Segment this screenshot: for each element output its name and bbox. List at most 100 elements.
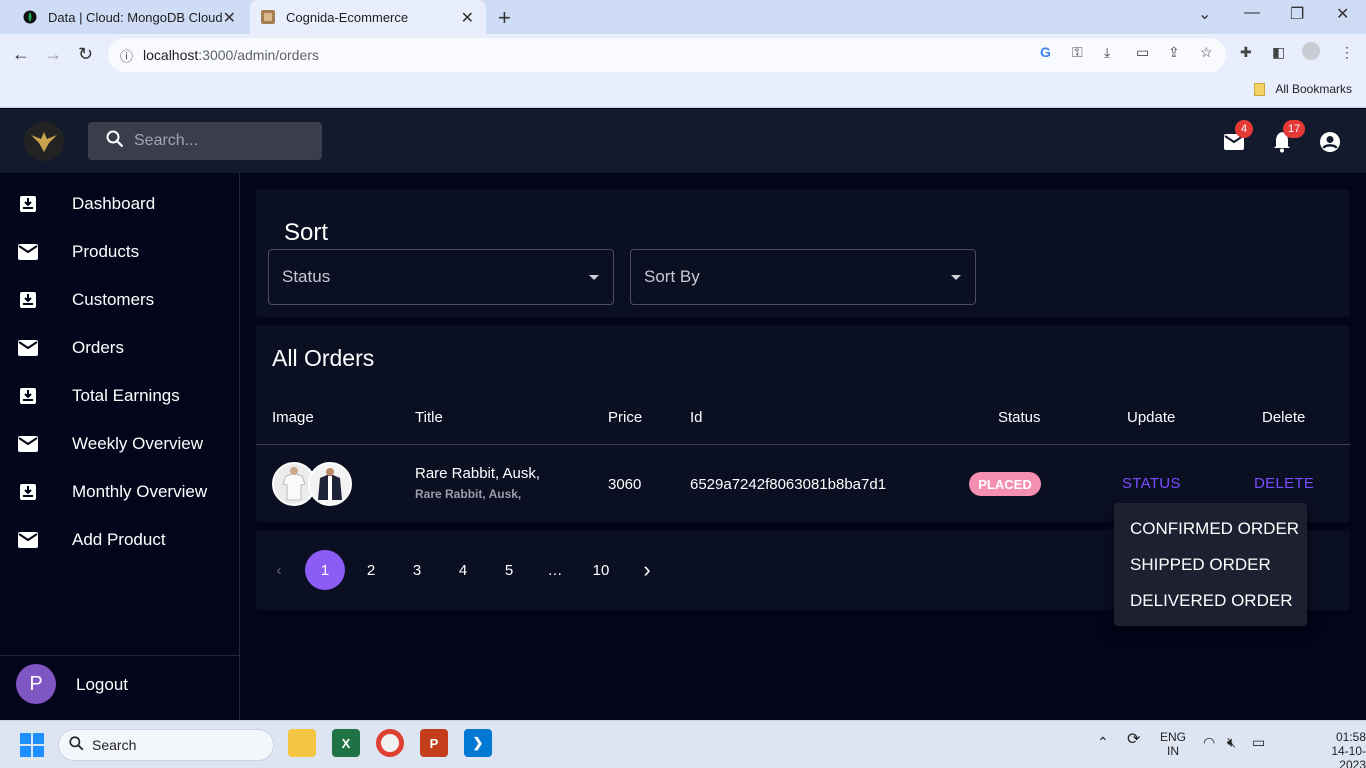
next-page-icon[interactable]: ›	[627, 550, 667, 590]
show-hidden-icons-chevron-icon[interactable]: ⌃	[1097, 735, 1109, 749]
sidebar-item-dashboard[interactable]: Dashboard	[0, 180, 239, 228]
close-tab-icon[interactable]: ✕	[223, 8, 236, 28]
column-header-price: Price	[608, 409, 643, 426]
logout-button[interactable]: P Logout	[0, 655, 239, 715]
mail-icon	[18, 530, 38, 550]
column-header-update: Update	[1127, 409, 1176, 426]
page-button-5[interactable]: 5	[489, 550, 529, 590]
sidebar: Dashboard Products Customers Orders Tota…	[0, 173, 240, 720]
delete-order-button[interactable]: DELETE	[1254, 475, 1314, 492]
sidebar-item-customers[interactable]: Customers	[0, 276, 239, 324]
reload-icon[interactable]: ↻	[78, 44, 93, 65]
sort-title: Sort	[284, 219, 329, 246]
sidebar-item-label: Dashboard	[72, 194, 156, 213]
mail-badge: 4	[1235, 120, 1253, 138]
header-divider	[256, 444, 1350, 445]
status-select[interactable]: Status	[268, 249, 614, 305]
taskbar-search[interactable]: Search	[58, 729, 274, 761]
taskbar-search-label: Search	[92, 737, 137, 753]
close-tab-icon[interactable]: ✕	[461, 8, 474, 28]
google-icon[interactable]: G	[1040, 44, 1051, 60]
search-input[interactable]	[134, 132, 304, 150]
sidebar-item-orders[interactable]: Orders	[0, 324, 239, 372]
language-indicator[interactable]: ENG IN	[1160, 730, 1186, 758]
file-explorer-icon[interactable]	[288, 729, 316, 757]
taskbar: Search X P ❯ ⌃ ⟳ ENG IN ◠ 🔇︎ ▭ 01:58 14-…	[0, 720, 1366, 768]
windows-start-icon[interactable]	[20, 733, 44, 762]
inbox-icon	[18, 386, 38, 406]
search-icon	[69, 736, 84, 754]
side-panel-icon[interactable]: ◧	[1272, 44, 1285, 61]
status-badge: PLACED	[969, 472, 1041, 496]
share-icon[interactable]: ⇪	[1168, 44, 1180, 61]
orders-title: All Orders	[272, 345, 375, 371]
menu-item-delivered[interactable]: DELIVERED ORDER	[1130, 591, 1292, 611]
back-icon[interactable]: ←	[12, 44, 30, 65]
sidebar-item-label: Products	[72, 242, 140, 261]
minimize-icon[interactable]: —	[1244, 4, 1260, 22]
sidebar-item-products[interactable]: Products	[0, 228, 239, 276]
restore-icon[interactable]: ❐	[1290, 4, 1304, 24]
window-close-icon[interactable]: ✕	[1336, 4, 1349, 24]
site-info-icon[interactable]: ⓘ	[120, 46, 133, 65]
order-price: 3060	[608, 476, 642, 493]
tab-cognida[interactable]: Cognida-Ecommerce ✕	[250, 0, 486, 34]
menu-item-shipped[interactable]: SHIPPED ORDER	[1130, 555, 1271, 575]
mail-button[interactable]: 4	[1222, 120, 1253, 154]
update-status-button[interactable]: STATUS	[1122, 475, 1181, 492]
column-header-image: Image	[272, 409, 314, 426]
new-tab-icon[interactable]: +	[498, 5, 511, 31]
vscode-icon[interactable]: ❯	[464, 729, 492, 757]
previous-page-icon[interactable]: ‹	[259, 550, 299, 590]
column-header-status: Status	[998, 409, 1041, 426]
order-id: 6529a7242f8063081b8ba7d1	[690, 476, 887, 493]
region-label: IN	[1167, 744, 1179, 758]
card-icon[interactable]: ▭	[1136, 44, 1149, 61]
sidebar-item-add-product[interactable]: Add Product	[0, 516, 239, 564]
all-bookmarks[interactable]: All Bookmarks	[1254, 82, 1352, 96]
install-icon[interactable]: ⤓	[1104, 44, 1110, 61]
extensions-icon[interactable]: ✚	[1240, 44, 1252, 61]
orders-panel: All Orders Image Title Price Id Status U…	[256, 325, 1350, 522]
sidebar-item-label: Orders	[72, 338, 124, 357]
sync-icon[interactable]: ⟳	[1127, 732, 1140, 748]
account-button[interactable]	[1318, 130, 1342, 154]
sidebar-item-label: Total Earnings	[72, 386, 180, 405]
battery-icon[interactable]: ▭	[1252, 735, 1265, 749]
bookmark-star-icon[interactable]: ☆	[1200, 44, 1213, 61]
profile-avatar[interactable]	[1302, 42, 1320, 60]
excel-icon[interactable]: X	[332, 729, 360, 757]
eagle-logo-icon[interactable]	[24, 121, 64, 161]
page-button-1[interactable]: 1	[305, 550, 345, 590]
menu-kebab-icon[interactable]: ⋮	[1340, 44, 1354, 61]
menu-item-confirmed[interactable]: CONFIRMED ORDER	[1130, 519, 1299, 539]
speaker-muted-icon[interactable]: 🔇︎	[1227, 735, 1236, 749]
order-title: Rare Rabbit, Ausk,	[415, 465, 541, 482]
tab-title: Data | Cloud: MongoDB Cloud	[48, 9, 223, 25]
sidebar-item-weekly-overview[interactable]: Weekly Overview	[0, 420, 239, 468]
powerpoint-icon[interactable]: P	[420, 729, 448, 757]
sidebar-item-total-earnings[interactable]: Total Earnings	[0, 372, 239, 420]
mongodb-leaf-icon	[22, 9, 38, 25]
forward-icon[interactable]: →	[44, 44, 62, 65]
address-bar[interactable]: ⓘ localhost:3000/admin/orders	[108, 38, 1226, 72]
page-button-4[interactable]: 4	[443, 550, 483, 590]
tab-search-chevron-icon[interactable]: ⌄	[1198, 4, 1211, 24]
clock[interactable]: 01:58 14-10-2023	[1308, 730, 1366, 768]
notifications-button[interactable]: 17	[1270, 120, 1306, 154]
tab-mongodb[interactable]: Data | Cloud: MongoDB Cloud ✕	[8, 0, 248, 34]
url-path: :3000/admin/orders	[198, 47, 319, 63]
product-thumbnail[interactable]	[308, 462, 352, 506]
logout-label: Logout	[76, 675, 128, 694]
sort-by-select[interactable]: Sort By	[630, 249, 976, 305]
page-button-2[interactable]: 2	[351, 550, 391, 590]
sidebar-item-monthly-overview[interactable]: Monthly Overview	[0, 468, 239, 516]
page-button-10[interactable]: 10	[581, 550, 621, 590]
mail-icon	[18, 338, 38, 358]
page-button-3[interactable]: 3	[397, 550, 437, 590]
key-icon[interactable]: ⚿	[1072, 44, 1083, 61]
chrome-icon[interactable]	[376, 729, 404, 757]
sidebar-item-label: Customers	[72, 290, 155, 309]
inbox-icon	[18, 482, 38, 502]
wifi-icon[interactable]: ◠	[1203, 735, 1215, 749]
